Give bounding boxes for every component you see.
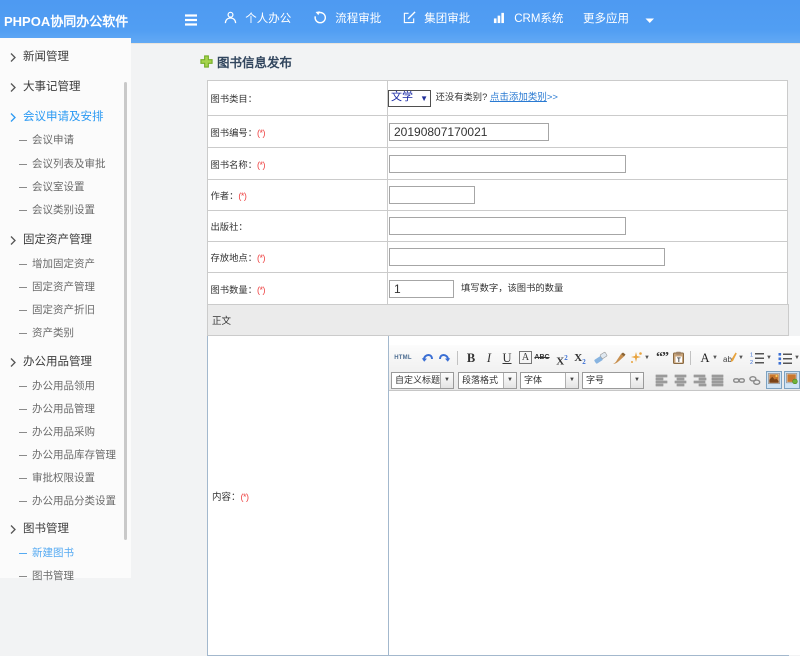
svg-text:ab: ab xyxy=(723,355,732,364)
svg-text:2: 2 xyxy=(750,360,753,365)
svg-text:1: 1 xyxy=(750,353,753,359)
svg-text:T: T xyxy=(677,358,681,364)
